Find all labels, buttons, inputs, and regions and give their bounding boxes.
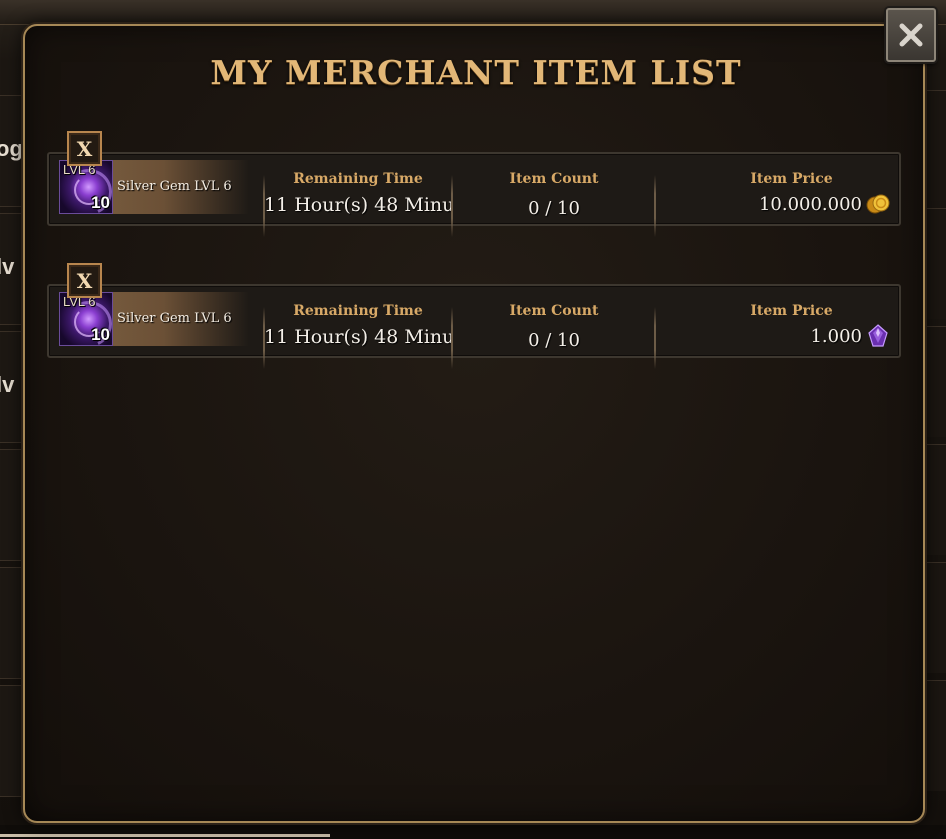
close-button[interactable] [886,8,936,62]
listing-row: LVL 6 10 Silver Gem LVL 6 Remaining Time… [47,263,901,369]
modal-title: MY MERCHANT ITEM LIST [210,53,742,92]
remaining-time-header: Remaining Time [293,303,423,319]
listing-panel: LVL 6 10 Silver Gem LVL 6 Remaining Time… [47,152,901,237]
item-count-value: 0 / 10 [528,198,580,219]
background-row-text: lv [0,372,15,397]
background-bottom-bar [0,825,946,839]
background-right-panel [922,444,946,555]
background-right-panel [922,326,946,437]
remove-listing-button[interactable]: X [67,131,102,166]
silver-gem-icon[interactable]: LVL 6 10 [59,292,113,346]
column-divider [654,307,656,369]
silver-gem-icon[interactable]: LVL 6 10 [59,160,113,214]
column-divider [451,175,453,237]
remaining-time-header: Remaining Time [293,171,423,187]
item-quantity: 10 [91,193,110,212]
listing-row: LVL 6 10 Silver Gem LVL 6 Remaining Time… [47,131,901,237]
item-quantity: 10 [91,325,110,344]
item-count-header: Item Count [509,171,599,187]
item-price-value: 10.000.000 [758,194,862,215]
remove-listing-button[interactable]: X [67,263,102,298]
column-divider [451,307,453,369]
background-row-text: og [0,136,23,161]
item-name: Silver Gem LVL 6 [117,179,232,194]
background-right-panel [922,90,946,201]
column-divider [654,175,656,237]
remaining-time-value: 11 Hour(s) 48 Minute( [264,326,452,348]
background-right-panel [922,208,946,319]
background-row-text: lv [0,254,15,279]
remaining-time-value: 11 Hour(s) 48 Minute( [264,194,452,216]
gold-coin-icon [866,194,890,214]
background-right-panel [922,562,946,673]
item-name: Silver Gem LVL 6 [117,311,232,326]
item-count-header: Item Count [509,303,599,319]
item-price-header: Item Price [750,303,833,319]
background-bottom-line [0,834,330,837]
background-right-panel [922,680,946,791]
item-price-header: Item Price [750,171,833,187]
close-icon [899,23,923,47]
listing-panel: LVL 6 10 Silver Gem LVL 6 Remaining Time… [47,284,901,369]
background-top-bar [0,0,946,25]
item-count-value: 0 / 10 [528,330,580,351]
item-price-value: 1.000 [810,326,862,347]
purple-gem-icon [868,324,888,347]
